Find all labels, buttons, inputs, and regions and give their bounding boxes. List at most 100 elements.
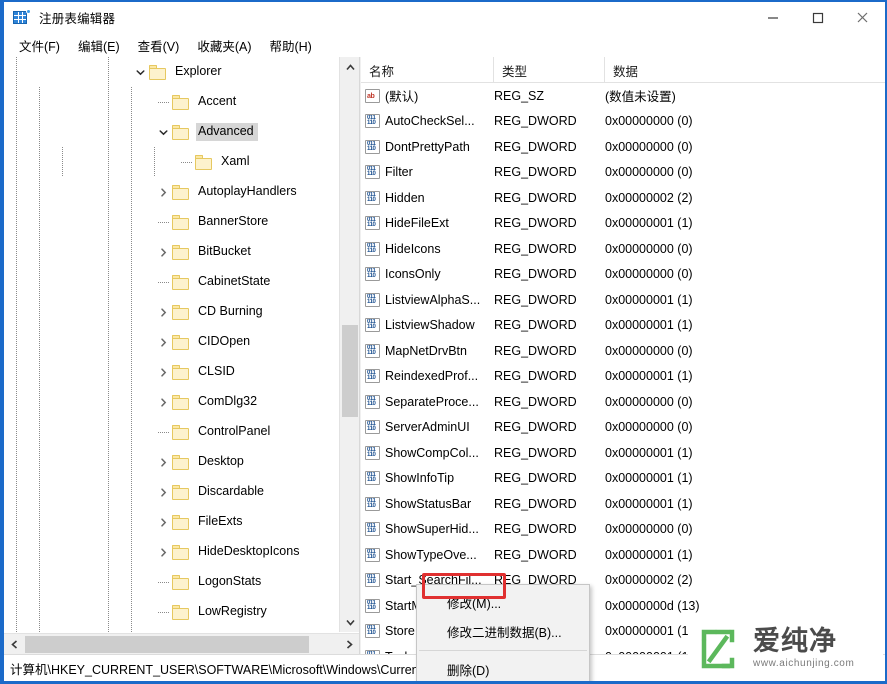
tree-item-discardable[interactable]: Discardable <box>4 477 340 507</box>
column-header-data[interactable]: 数据 <box>605 57 885 82</box>
tree-item-comdlg32[interactable]: ComDlg32 <box>4 387 340 417</box>
table-row[interactable]: 011110ServerAdminUIREG_DWORD0x00000000 (… <box>361 415 885 441</box>
chevron-right-icon[interactable] <box>155 544 171 560</box>
title-bar: 注册表编辑器 <box>4 2 885 33</box>
value-name-cell: 011110Filter <box>361 165 494 179</box>
tree-item-logonstats[interactable]: LogonStats <box>4 567 340 597</box>
value-type: REG_DWORD <box>494 395 605 409</box>
close-button[interactable] <box>840 2 885 33</box>
tree-item-menuorder[interactable]: MenuOrder <box>4 627 340 632</box>
value-name-cell: 011110MapNetDrvBtn <box>361 344 494 358</box>
chevron-right-icon[interactable] <box>155 244 171 260</box>
scroll-right-icon[interactable] <box>339 634 360 655</box>
menu-edit[interactable]: 编辑(E) <box>69 34 129 57</box>
tree-item-advanced[interactable]: Advanced <box>4 117 340 147</box>
table-row[interactable]: 011110ShowCompCol...REG_DWORD0x00000001 … <box>361 440 885 466</box>
menu-view[interactable]: 查看(V) <box>129 34 189 57</box>
tree-item-fileexts[interactable]: FileExts <box>4 507 340 537</box>
tree-item-hidedesktopicons[interactable]: HideDesktopIcons <box>4 537 340 567</box>
table-row[interactable]: 011110MapNetDrvBtnREG_DWORD0x00000000 (0… <box>361 338 885 364</box>
table-row[interactable]: 011110AutoCheckSel...REG_DWORD0x00000000… <box>361 109 885 135</box>
tree-item-desktop[interactable]: Desktop <box>4 447 340 477</box>
tree-guide-line <box>16 537 17 567</box>
tree-item-bannerstore[interactable]: BannerStore <box>4 207 340 237</box>
table-row[interactable]: 011110ShowStatusBarREG_DWORD0x00000001 (… <box>361 491 885 517</box>
context-menu-item-2[interactable]: 删除(D) <box>417 655 589 684</box>
maximize-button[interactable] <box>795 2 840 33</box>
minimize-button[interactable] <box>750 2 795 33</box>
tree-item-lowregistry[interactable]: LowRegistry <box>4 597 340 627</box>
context-menu-item-1[interactable]: 修改二进制数据(B)... <box>417 617 589 646</box>
scroll-down-icon[interactable] <box>340 612 360 632</box>
table-row[interactable]: 011110HiddenREG_DWORD0x00000002 (2) <box>361 185 885 211</box>
tree-item-xaml[interactable]: Xaml <box>4 147 340 177</box>
chevron-right-icon[interactable] <box>155 454 171 470</box>
menu-help[interactable]: 帮助(H) <box>260 34 320 57</box>
column-header-name[interactable]: 名称 <box>361 57 494 82</box>
tree-item-cabinetstate[interactable]: CabinetState <box>4 267 340 297</box>
table-row[interactable]: 011110HideFileExtREG_DWORD0x00000001 (1) <box>361 211 885 237</box>
table-row[interactable]: 011110ListviewAlphaS...REG_DWORD0x000000… <box>361 287 885 313</box>
tree-guide-line <box>39 87 40 117</box>
tree-hscroll-thumb[interactable] <box>25 636 309 653</box>
tree-item-label: AutoplayHandlers <box>196 183 301 201</box>
scroll-up-icon[interactable] <box>340 57 360 77</box>
tree-item-cd-burning[interactable]: CD Burning <box>4 297 340 327</box>
tree-item-label: Explorer <box>173 63 226 81</box>
column-header-type[interactable]: 类型 <box>494 57 605 82</box>
value-type: REG_DWORD <box>494 522 605 536</box>
tree-item-label: Discardable <box>196 483 268 501</box>
tree-item-autoplayhandlers[interactable]: AutoplayHandlers <box>4 177 340 207</box>
chevron-right-icon[interactable] <box>155 184 171 200</box>
table-row[interactable]: 011110ShowInfoTipREG_DWORD0x00000001 (1) <box>361 466 885 492</box>
menu-file[interactable]: 文件(F) <box>10 34 69 57</box>
chevron-right-icon[interactable] <box>155 334 171 350</box>
chevron-right-icon[interactable] <box>155 304 171 320</box>
table-row[interactable]: 011110FilterREG_DWORD0x00000000 (0) <box>361 160 885 186</box>
table-row[interactable]: ab(默认)REG_SZ(数值未设置) <box>361 83 885 109</box>
chevron-down-icon[interactable] <box>155 124 171 140</box>
tree-guide-line <box>108 537 109 567</box>
tree-item-label: Desktop <box>196 453 248 471</box>
chevron-right-icon[interactable] <box>155 364 171 380</box>
registry-values-pane: 名称 类型 数据 ab(默认)REG_SZ(数值未设置)011110AutoCh… <box>361 57 885 654</box>
table-row[interactable]: 011110ShowSuperHid...REG_DWORD0x00000000… <box>361 517 885 543</box>
tree-guide-line <box>108 477 109 507</box>
tree-scroll-thumb[interactable] <box>342 325 358 417</box>
chevron-right-icon[interactable] <box>155 394 171 410</box>
table-row[interactable]: 011110ShowTypeOve...REG_DWORD0x00000001 … <box>361 542 885 568</box>
table-row[interactable]: 011110ReindexedProf...REG_DWORD0x0000000… <box>361 364 885 390</box>
context-menu-item-0[interactable]: 修改(M)... <box>417 588 589 617</box>
registry-tree[interactable]: Explorer AccentAdvanced Xaml AutoplayHandle… <box>4 57 340 632</box>
table-row[interactable]: 011110ListviewShadowREG_DWORD0x00000001 … <box>361 313 885 339</box>
tree-guide-line <box>131 627 132 632</box>
value-name: AutoCheckSel... <box>385 114 475 128</box>
tree-item-clsid[interactable]: CLSID <box>4 357 340 387</box>
tree-item-cidopen[interactable]: CIDOpen <box>4 327 340 357</box>
table-row[interactable]: 011110IconsOnlyREG_DWORD0x00000000 (0) <box>361 262 885 288</box>
tree-item-bitbucket[interactable]: BitBucket <box>4 237 340 267</box>
menu-favorites[interactable]: 收藏夹(A) <box>188 34 260 57</box>
chevron-down-icon[interactable] <box>132 64 148 80</box>
tree-item-label: Xaml <box>219 153 253 171</box>
chevron-right-icon[interactable] <box>155 484 171 500</box>
tree-item-explorer[interactable]: Explorer <box>4 57 340 87</box>
table-row[interactable]: 011110SeparateProce...REG_DWORD0x0000000… <box>361 389 885 415</box>
tree-vertical-scrollbar[interactable] <box>339 57 359 632</box>
scroll-left-icon[interactable] <box>4 634 25 655</box>
tree-item-accent[interactable]: Accent <box>4 87 340 117</box>
table-row[interactable]: 011110HideIconsREG_DWORD0x00000000 (0) <box>361 236 885 262</box>
tree-guide-line <box>108 207 109 237</box>
tree-guide-line <box>108 507 109 537</box>
tree-item-controlpanel[interactable]: ControlPanel <box>4 417 340 447</box>
tree-guide-line <box>16 417 17 447</box>
tree-item-label: HideDesktopIcons <box>196 543 303 561</box>
tree-horizontal-scrollbar[interactable] <box>4 633 360 654</box>
folder-icon <box>172 185 190 200</box>
tree-guide-line <box>16 597 17 627</box>
chevron-right-icon[interactable] <box>155 514 171 530</box>
value-context-menu[interactable]: 修改(M)...修改二进制数据(B)...删除(D)重命名(R) <box>416 584 590 684</box>
values-list[interactable]: ab(默认)REG_SZ(数值未设置)011110AutoCheckSel...… <box>361 83 885 654</box>
table-row[interactable]: 011110DontPrettyPathREG_DWORD0x00000000 … <box>361 134 885 160</box>
folder-icon <box>172 305 190 320</box>
